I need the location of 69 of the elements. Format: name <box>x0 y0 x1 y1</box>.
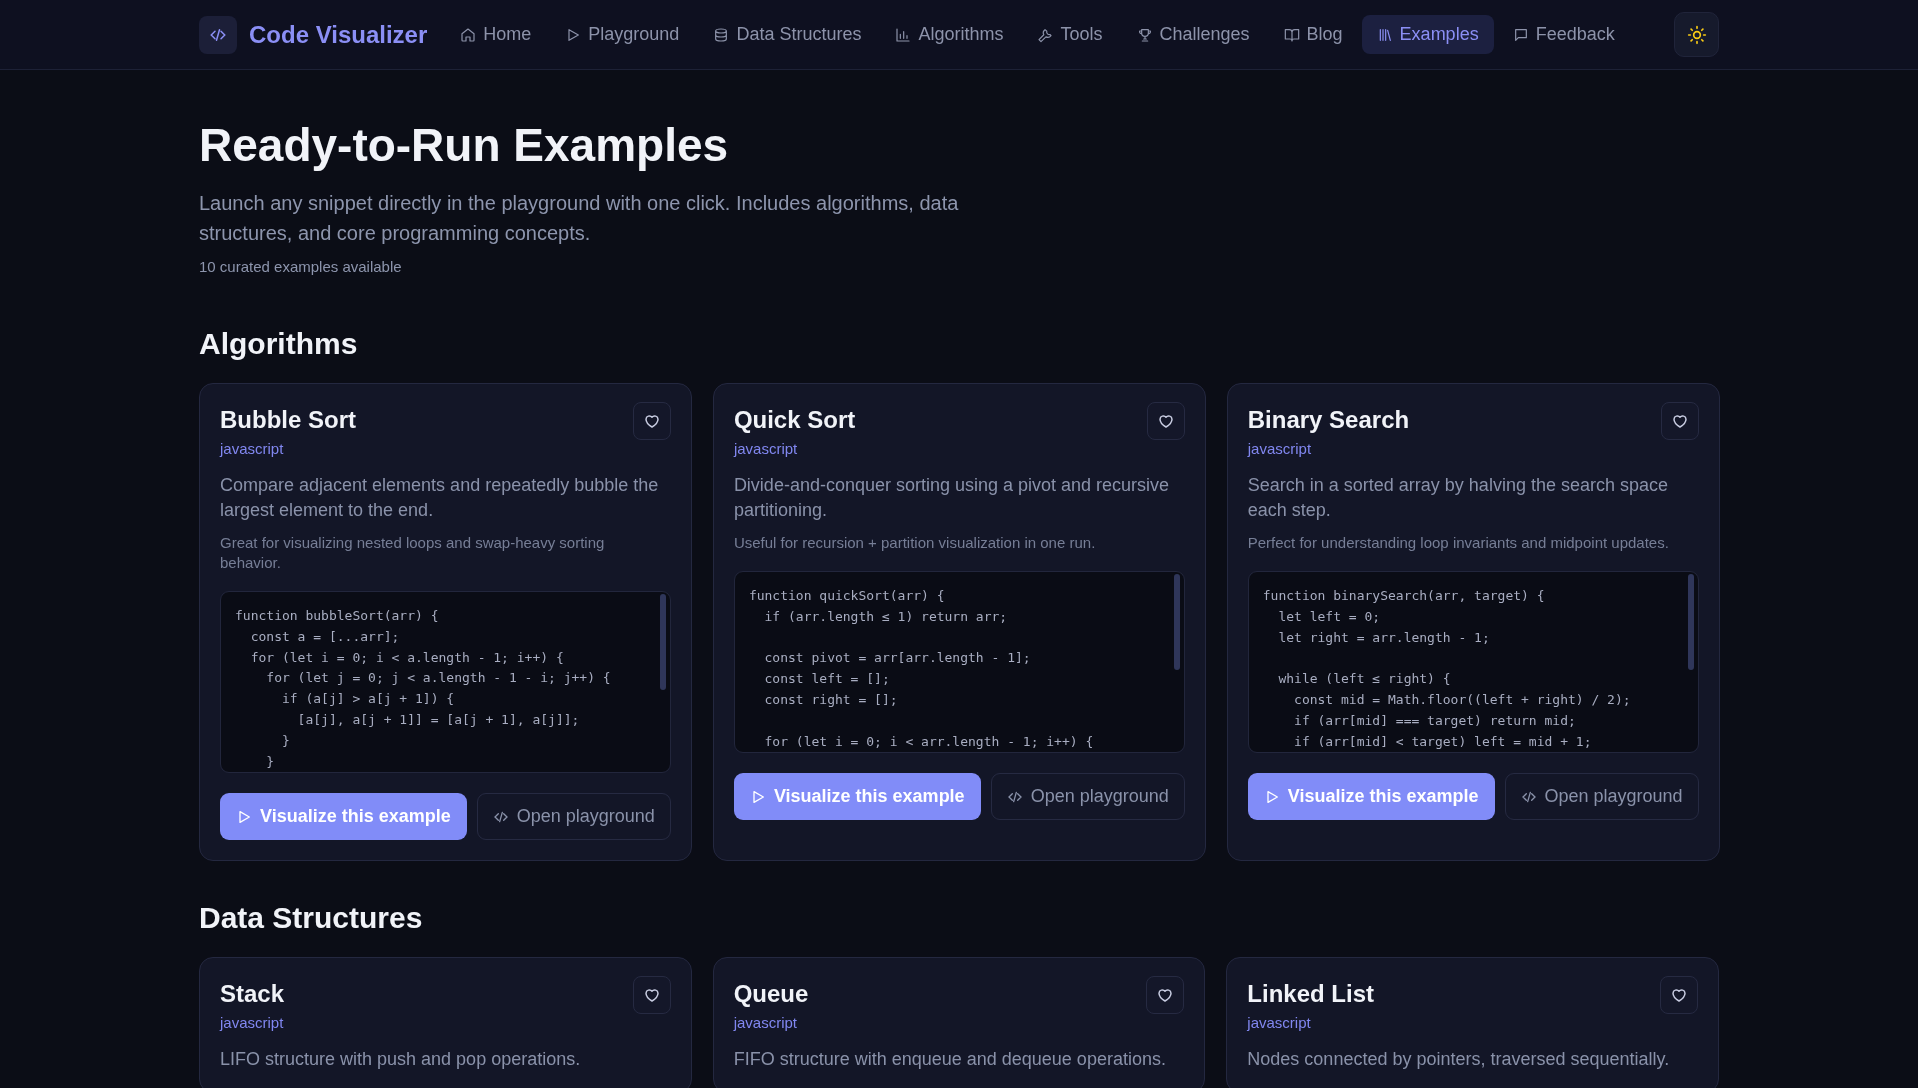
section-heading: Data Structures <box>199 901 424 935</box>
card-title: Linked List <box>1247 980 1374 1008</box>
nav-link[interactable]: Data Structures <box>698 15 877 54</box>
open-playground-button[interactable]: Open playground <box>476 793 671 840</box>
language-label: javascript <box>1247 440 1312 457</box>
page-subtitle: Launch any snippet directly in the playground with one click. Includes algorithms, data structures, and core programming concepts. <box>199 191 960 246</box>
theme-toggle-button[interactable] <box>1674 12 1719 57</box>
heart-icon <box>1156 412 1175 430</box>
favorite-button[interactable] <box>632 402 671 440</box>
language-label: javascript <box>733 1014 797 1031</box>
play-icon <box>565 26 582 43</box>
nav-link[interactable]: Algorithms <box>880 15 1019 54</box>
heart-icon <box>1670 412 1689 430</box>
heart-icon <box>1156 986 1175 1004</box>
code-block: function quickSort(arr) { if (arr.length ≤ 1) return arr; const pivot = arr[arr.length - 1]; const left = []; const right = []; for (let i = 0; i < arr.length - 1; i++) { <box>733 571 1185 753</box>
card-title: Queue <box>733 980 809 1008</box>
wrench-icon <box>1037 26 1054 43</box>
nav-link[interactable]: Home <box>445 15 547 54</box>
card-title: Quick Sort <box>733 406 856 434</box>
scrollbar-thumb[interactable] <box>1687 574 1694 670</box>
nav-link[interactable]: Blog <box>1268 15 1358 54</box>
language-label: javascript <box>220 440 284 457</box>
card-description: Compare adjacent elements and repeatedly bubble the largest element to the end. <box>220 474 660 522</box>
code-icon[interactable] <box>199 15 237 54</box>
favorite-button[interactable] <box>1660 976 1698 1014</box>
scrollbar-thumb[interactable] <box>1173 574 1180 670</box>
code-block: function bubbleSort(arr) { const a = [...arr]; for (let i = 0; i < a.length - 1; i++) { for (let j = 0; j < a.length - 1 - i; j++) { if (a[j] > a[j + 1]) { [a[j], a[j + 1]] = [a[j + 1], a[j]]; } } <box>220 591 671 773</box>
book-icon <box>1283 26 1300 43</box>
card-note: Perfect for understanding loop invariants and midpoint updates. <box>1247 533 1670 553</box>
scrollbar-thumb[interactable] <box>659 594 666 690</box>
card-title: Bubble Sort <box>220 406 356 434</box>
nav-link[interactable]: Tools <box>1022 15 1118 54</box>
sun-icon <box>1686 24 1707 45</box>
open-playground-button[interactable]: Open playground <box>1504 773 1699 820</box>
play-icon <box>236 808 252 825</box>
nav-link[interactable]: Challenges <box>1121 15 1265 54</box>
language-label: javascript <box>220 1014 284 1031</box>
favorite-button[interactable] <box>1660 402 1699 440</box>
page-title: Ready-to-Run Examples <box>199 118 730 172</box>
card-title: Binary Search <box>1247 406 1410 434</box>
favorite-button[interactable] <box>632 976 671 1014</box>
bar-chart-icon <box>895 26 912 43</box>
card-description: LIFO structure with push and pop operations. <box>220 1048 582 1071</box>
nav-link[interactable]: Playground <box>550 15 695 54</box>
trophy-icon <box>1136 26 1153 43</box>
card-description: FIFO structure with enqueue and dequeue operations. <box>733 1048 1167 1071</box>
database-icon <box>713 26 730 43</box>
nav-link[interactable]: Examples <box>1361 15 1494 54</box>
card-note: Great for visualizing nested loops and swap-heavy sorting behavior. <box>220 533 606 573</box>
app-logo-text[interactable]: Code Visualizer <box>249 20 428 49</box>
open-playground-button[interactable]: Open playground <box>990 773 1185 820</box>
favorite-button[interactable] <box>1146 402 1185 440</box>
language-label: javascript <box>1247 1014 1311 1031</box>
home-icon <box>460 26 477 43</box>
heart-icon <box>1670 986 1688 1004</box>
message-icon <box>1512 26 1529 43</box>
heart-icon <box>642 986 661 1004</box>
heart-icon <box>642 412 661 430</box>
nav-link[interactable]: Feedback <box>1497 15 1630 54</box>
language-label: javascript <box>733 440 798 457</box>
card-description: Search in a sorted array by halving the search space each step. <box>1247 474 1669 522</box>
section-heading: Algorithms <box>199 327 359 361</box>
card-description: Nodes connected by pointers, traversed sequentially. <box>1247 1048 1671 1071</box>
card-note: Useful for recursion + partition visualization in one run. <box>733 533 1097 553</box>
example-count: 10 curated examples available <box>199 258 403 275</box>
card-description: Divide-and-conquer sorting using a pivot and recursive partitioning. <box>733 474 1171 522</box>
code-block: function binarySearch(arr, target) { let left = 0; let right = arr.length - 1; while (left ≤ right) { const mid = Math.floor((left + right) / 2); if (arr[mid] === target) return mid; if (arr[mid] < target) left = mid + 1; <box>1247 571 1699 753</box>
favorite-button[interactable] <box>1146 976 1185 1014</box>
card-title: Stack <box>220 980 285 1008</box>
